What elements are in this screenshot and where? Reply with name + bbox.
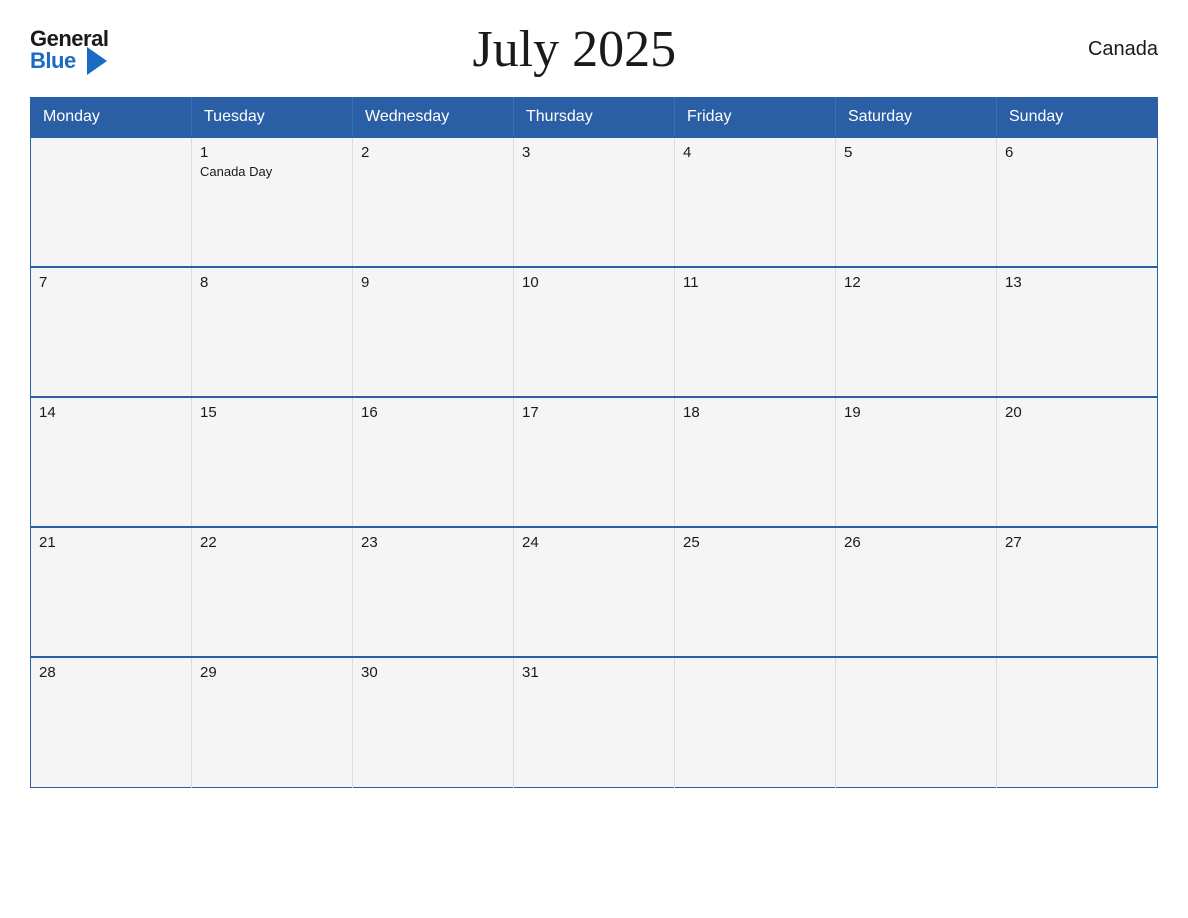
calendar-day-cell: 6 (997, 137, 1158, 267)
day-number: 14 (39, 404, 183, 421)
calendar-header-wednesday: Wednesday (353, 98, 514, 138)
calendar-week-row: 789 10 11 12 13 (31, 267, 1158, 397)
calendar-day-cell: 24 (514, 527, 675, 657)
calendar-header-friday: Friday (675, 98, 836, 138)
day-number: 18 (683, 404, 827, 421)
day-number: 6 (1005, 144, 1149, 161)
calendar-day-cell: 25 (675, 527, 836, 657)
day-number: 30 (361, 664, 505, 681)
calendar-day-cell: 15 (192, 397, 353, 527)
day-number: 28 (39, 664, 183, 681)
day-number: 16 (361, 404, 505, 421)
day-number: 1 (200, 144, 344, 161)
logo-triangle-icon (87, 47, 107, 75)
calendar-day-cell: 7 (31, 267, 192, 397)
day-number: 9 (361, 274, 505, 291)
day-number: 23 (361, 534, 505, 551)
day-number: 2 (361, 144, 505, 161)
day-number: 25 (683, 534, 827, 551)
day-number: 11 (683, 274, 827, 291)
calendar-day-cell (31, 137, 192, 267)
day-number: 24 (522, 534, 666, 551)
day-number: 8 (200, 274, 344, 291)
day-number: 21 (39, 534, 183, 551)
calendar-day-cell: 19 (836, 397, 997, 527)
calendar-day-cell: 21 (31, 527, 192, 657)
calendar-day-cell: 30 (353, 657, 514, 787)
calendar-header-row: MondayTuesdayWednesdayThursdayFridaySatu… (31, 98, 1158, 138)
calendar-day-cell: 23 (353, 527, 514, 657)
page-header: General Blue July 2025 Canada (30, 20, 1158, 79)
calendar-day-cell: 1 Canada Day (192, 137, 353, 267)
calendar-header-tuesday: Tuesday (192, 98, 353, 138)
calendar-day-cell: 16 (353, 397, 514, 527)
calendar-day-cell: 14 (31, 397, 192, 527)
holiday-label: Canada Day (200, 164, 344, 179)
day-number: 7 (39, 274, 183, 291)
calendar-day-cell: 5 (836, 137, 997, 267)
country-label: Canada (1038, 38, 1158, 61)
calendar-day-cell: 26 (836, 527, 997, 657)
day-number: 10 (522, 274, 666, 291)
calendar-day-cell: 20 (997, 397, 1158, 527)
calendar-day-cell (997, 657, 1158, 787)
calendar-week-row: 28 29 30 31 (31, 657, 1158, 787)
day-number: 19 (844, 404, 988, 421)
calendar-day-cell: 10 (514, 267, 675, 397)
calendar-table: MondayTuesdayWednesdayThursdayFridaySatu… (30, 97, 1158, 788)
day-number: 27 (1005, 534, 1149, 551)
calendar-week-row: 21 22 23 24 25 26 27 (31, 527, 1158, 657)
calendar-day-cell: 18 (675, 397, 836, 527)
day-number: 22 (200, 534, 344, 551)
calendar-header-thursday: Thursday (514, 98, 675, 138)
calendar-day-cell: 28 (31, 657, 192, 787)
calendar-day-cell: 13 (997, 267, 1158, 397)
calendar-day-cell: 3 (514, 137, 675, 267)
calendar-day-cell: 29 (192, 657, 353, 787)
logo-blue-text: Blue (30, 50, 111, 72)
calendar-header-saturday: Saturday (836, 98, 997, 138)
day-number: 12 (844, 274, 988, 291)
calendar-day-cell: 9 (353, 267, 514, 397)
calendar-day-cell: 12 (836, 267, 997, 397)
calendar-day-cell: 17 (514, 397, 675, 527)
day-number: 17 (522, 404, 666, 421)
calendar-day-cell: 31 (514, 657, 675, 787)
calendar-day-cell: 27 (997, 527, 1158, 657)
calendar-day-cell: 4 (675, 137, 836, 267)
calendar-day-cell: 2 (353, 137, 514, 267)
calendar-header-sunday: Sunday (997, 98, 1158, 138)
day-number: 20 (1005, 404, 1149, 421)
day-number: 26 (844, 534, 988, 551)
calendar-day-cell: 11 (675, 267, 836, 397)
day-number: 13 (1005, 274, 1149, 291)
calendar-day-cell (675, 657, 836, 787)
calendar-day-cell: 22 (192, 527, 353, 657)
day-number: 5 (844, 144, 988, 161)
calendar-week-row: 14 15 16 17 18 19 20 (31, 397, 1158, 527)
day-number: 29 (200, 664, 344, 681)
calendar-day-cell: 8 (192, 267, 353, 397)
calendar-week-row: 1 Canada Day 23456 (31, 137, 1158, 267)
day-number: 15 (200, 404, 344, 421)
calendar-header-monday: Monday (31, 98, 192, 138)
calendar-day-cell (836, 657, 997, 787)
logo: General Blue (30, 28, 111, 72)
day-number: 4 (683, 144, 827, 161)
day-number: 31 (522, 664, 666, 681)
month-title: July 2025 (111, 20, 1038, 79)
day-number: 3 (522, 144, 666, 161)
